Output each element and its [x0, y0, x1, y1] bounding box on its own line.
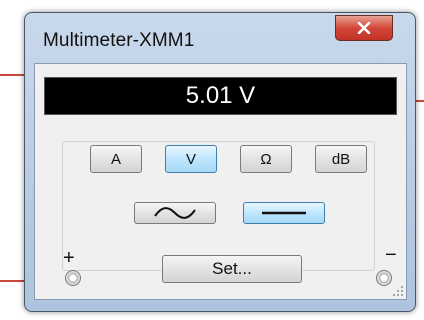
multimeter-panel: 5.01 V A V Ω dB + Set... −	[34, 63, 407, 300]
sine-wave-icon	[154, 207, 196, 219]
mode-ammeter-button[interactable]: A	[90, 145, 142, 173]
negative-terminal[interactable]	[376, 270, 392, 286]
set-button[interactable]: Set...	[162, 255, 302, 283]
circuit-wire	[0, 280, 24, 282]
window-title: Multimeter-XMM1	[43, 30, 195, 51]
circuit-wire	[416, 100, 424, 102]
close-button[interactable]	[335, 15, 393, 41]
negative-terminal-label: −	[385, 244, 397, 266]
close-icon	[357, 22, 371, 34]
positive-terminal[interactable]	[65, 270, 81, 286]
positive-terminal-label: +	[63, 247, 75, 269]
mode-decibel-button[interactable]: dB	[315, 145, 367, 173]
mode-ohmmeter-button[interactable]: Ω	[240, 145, 292, 173]
dc-line-icon	[262, 211, 306, 215]
resize-grip-icon[interactable]	[392, 285, 404, 297]
ac-mode-button[interactable]	[134, 202, 216, 224]
reading-display: 5.01 V	[44, 77, 397, 115]
dc-mode-button[interactable]	[243, 202, 325, 224]
mode-voltmeter-button[interactable]: V	[165, 145, 217, 173]
multimeter-window: Multimeter-XMM1 5.01 V A V Ω dB + Set...…	[24, 12, 416, 312]
